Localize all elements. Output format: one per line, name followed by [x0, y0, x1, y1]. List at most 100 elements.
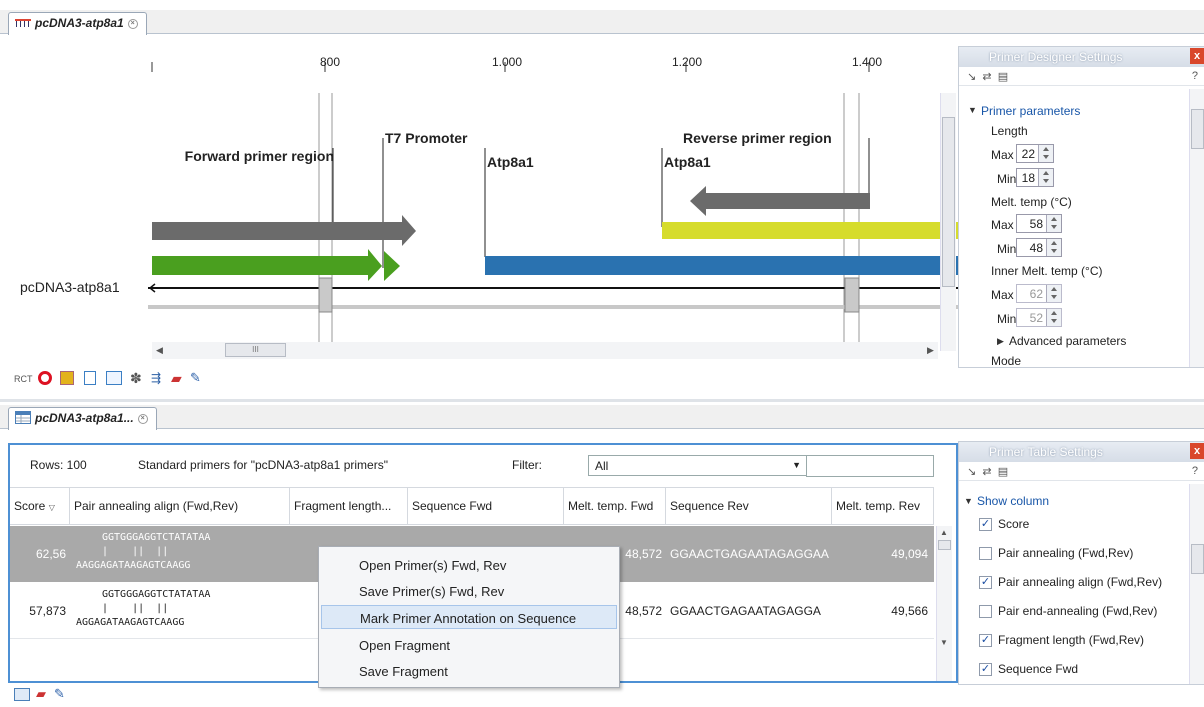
option-label: Score: [998, 517, 1030, 531]
forward-primer-arrow: [152, 249, 382, 281]
atp8a1-label-right: Atp8a1: [664, 154, 711, 170]
checkbox-pair-annealing[interactable]: [979, 547, 992, 560]
column-header-seq-rev[interactable]: Sequence Rev: [666, 488, 832, 525]
edit-icon[interactable]: ✎: [54, 686, 65, 702]
align-top: GGTGGGAGGTCTATATAA: [102, 532, 211, 543]
text-view-icon[interactable]: [84, 371, 96, 385]
table-view-icon[interactable]: [14, 688, 30, 701]
close-tab-icon[interactable]: ×: [127, 18, 138, 29]
show-column-header[interactable]: Show column: [977, 494, 1049, 508]
advanced-parameters-toggle[interactable]: Advanced parameters: [1009, 334, 1126, 348]
save-settings-icon[interactable]: ▤: [998, 71, 1008, 83]
sequence-horizontal-scrollbar[interactable]: ◀ III ▶: [152, 342, 938, 359]
checkbox-fragment-length[interactable]: ✓: [979, 634, 992, 647]
table-view-icon[interactable]: [60, 371, 74, 385]
tab-sequence-view[interactable]: pcDNA3-atp8a1 ×: [8, 12, 147, 35]
pin-icon[interactable]: ↘: [967, 466, 976, 478]
primer-designer-icon[interactable]: ⇶: [151, 371, 161, 385]
section-expand-icon[interactable]: ▼: [964, 496, 973, 506]
melt-min-value: 48: [1029, 241, 1043, 255]
advanced-expand-icon[interactable]: ▶: [997, 336, 1004, 347]
menu-item-open-fragment[interactable]: Open Fragment: [321, 633, 617, 657]
table-settings-scroll-thumb[interactable]: [1191, 544, 1204, 574]
close-panel-icon[interactable]: x: [1190, 48, 1204, 64]
scroll-down-icon[interactable]: ▼: [940, 638, 948, 647]
section-expand-icon[interactable]: ▼: [968, 105, 977, 115]
column-header-fragment[interactable]: Fragment length...: [290, 488, 408, 525]
column-header-melt-rev[interactable]: Melt. temp. Rev: [832, 488, 934, 525]
circular-view-icon[interactable]: [38, 371, 52, 385]
tab-title: pcDNA3-atp8a1: [35, 16, 124, 30]
primer-parameters-header[interactable]: Primer parameters: [981, 104, 1080, 118]
sequence-view-icon: [15, 17, 31, 31]
column-header-melt-fwd[interactable]: Melt. temp. Fwd: [564, 488, 666, 525]
translation-icon[interactable]: RCT: [14, 374, 33, 384]
table-scrollbar[interactable]: ▲ ▼: [936, 526, 952, 681]
checkbox-pair-end-annealing[interactable]: [979, 605, 992, 618]
settings-scrollbar[interactable]: [1189, 89, 1204, 367]
column-header-label: Pair annealing align (Fwd,Rev): [74, 499, 239, 513]
sequence-vertical-scrollbar[interactable]: [940, 93, 956, 351]
checkbox-sequence-fwd[interactable]: ✓: [979, 663, 992, 676]
column-header-score[interactable]: Score ▽: [10, 488, 70, 525]
panel-title-bar: Primer Table Settings x: [959, 442, 1204, 462]
scroll-right-icon[interactable]: ▶: [927, 345, 934, 356]
scroll-thumb[interactable]: [942, 117, 955, 287]
sequence-view-icon[interactable]: [106, 371, 122, 385]
edit-icon[interactable]: ✎: [190, 370, 201, 386]
menu-item-open-primers[interactable]: Open Primer(s) Fwd, Rev: [321, 553, 617, 577]
book-icon[interactable]: ▰: [36, 686, 46, 702]
forward-primer-region-arrow: [152, 215, 416, 246]
collapse-icon[interactable]: ⇄: [982, 71, 991, 83]
book-icon[interactable]: ▰: [171, 370, 182, 387]
help-icon[interactable]: ?: [1192, 465, 1198, 477]
filter-text-input[interactable]: [806, 455, 934, 477]
melt-max-stepper[interactable]: 58: [1016, 214, 1062, 233]
top-tab-bar: pcDNA3-atp8a1 ×: [0, 10, 1204, 35]
history-icon[interactable]: ✽: [130, 370, 142, 387]
close-panel-icon[interactable]: x: [1190, 443, 1204, 459]
length-label: Length: [991, 124, 1028, 138]
checkbox-pair-annealing-align[interactable]: ✓: [979, 576, 992, 589]
help-icon[interactable]: ?: [1192, 70, 1198, 82]
filter-select-value: All: [595, 459, 609, 473]
length-min-stepper[interactable]: 18: [1016, 168, 1054, 187]
chevron-down-icon: ▼: [792, 460, 801, 470]
inner-max-stepper[interactable]: 62: [1016, 284, 1062, 303]
splitter[interactable]: [0, 399, 1204, 402]
atp8a1-label-left: Atp8a1: [487, 154, 534, 170]
settings-scroll-thumb[interactable]: [1191, 109, 1204, 149]
scroll-left-icon[interactable]: ◀: [156, 345, 163, 356]
column-header-align[interactable]: Pair annealing align (Fwd,Rev): [70, 488, 290, 525]
pin-icon[interactable]: ↘: [967, 71, 976, 83]
checkbox-score[interactable]: ✓: [979, 518, 992, 531]
menu-item-mark-annotation[interactable]: Mark Primer Annotation on Sequence: [321, 605, 617, 629]
menu-item-save-fragment[interactable]: Save Fragment: [321, 659, 617, 683]
collapse-icon[interactable]: ⇄: [982, 466, 991, 478]
tab-primer-table[interactable]: pcDNA3-atp8a1... ×: [8, 407, 157, 430]
inner-min-label: Min: [997, 312, 1017, 326]
table-settings-scrollbar[interactable]: [1189, 484, 1204, 684]
column-header-label: Sequence Rev: [670, 499, 749, 513]
melt-min-stepper[interactable]: 48: [1016, 238, 1062, 257]
seq-rev-cell: GGAACTGAGAATAGAGGA: [670, 604, 821, 618]
align-mid: | || ||: [102, 546, 169, 557]
hscroll-thumb[interactable]: III: [225, 343, 286, 357]
primer-table-settings-panel: Primer Table Settings x ↘ ⇄ ▤ ? ▼ Show co…: [958, 441, 1204, 685]
column-header-seq-fwd[interactable]: Sequence Fwd: [408, 488, 564, 525]
inner-min-stepper[interactable]: 52: [1016, 308, 1062, 327]
save-settings-icon[interactable]: ▤: [998, 466, 1008, 478]
filter-select[interactable]: All ▼: [588, 455, 808, 476]
option-label: Pair annealing (Fwd,Rev): [998, 546, 1134, 560]
mode-label: Mode: [991, 354, 1022, 368]
melt-min-label: Min: [997, 242, 1017, 256]
sequence-canvas[interactable]: 800 1.000 1.200 1.400 Forward primer reg…: [0, 35, 958, 367]
forward-primer-region-label: Forward primer region: [184, 148, 334, 164]
scroll-up-icon[interactable]: ▲: [940, 528, 948, 537]
ruler-label-800: 800: [320, 55, 341, 69]
length-max-stepper[interactable]: 22: [1016, 144, 1054, 163]
close-tab-icon[interactable]: ×: [137, 414, 148, 424]
table-scroll-thumb[interactable]: [938, 540, 951, 550]
t7-promoter-arrow: [384, 251, 400, 281]
menu-item-save-primers[interactable]: Save Primer(s) Fwd, Rev: [321, 579, 617, 603]
